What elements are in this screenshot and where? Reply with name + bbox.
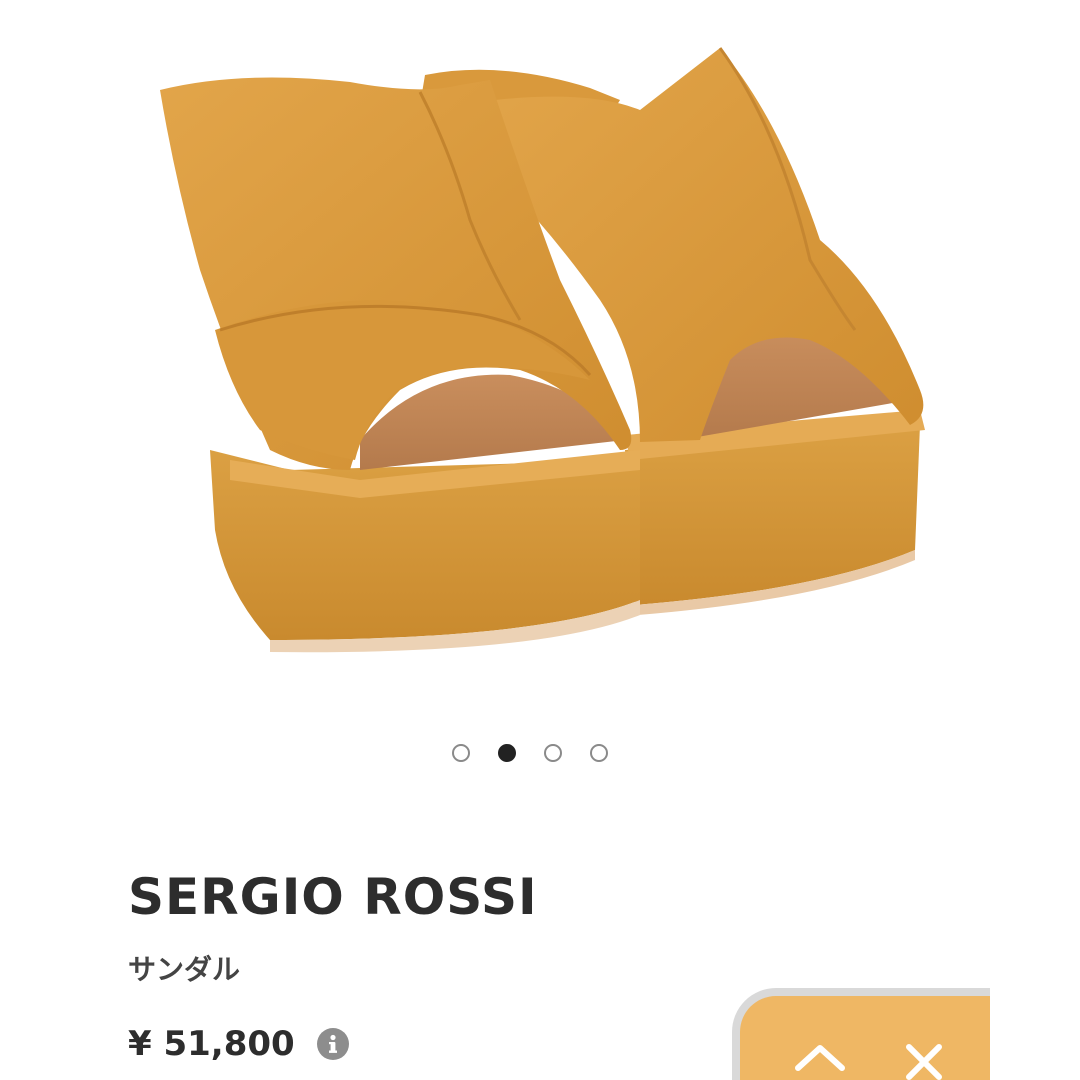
carousel-dot-2-active[interactable]	[498, 744, 516, 762]
close-icon	[906, 1044, 942, 1080]
product-image[interactable]	[120, 30, 960, 690]
info-icon[interactable]	[316, 1028, 349, 1060]
chevron-up-icon	[795, 1045, 845, 1071]
carousel-dot-3[interactable]	[544, 744, 562, 762]
carousel-dot-1[interactable]	[452, 744, 470, 762]
product-category: サンダル	[128, 953, 241, 986]
carousel-pager	[452, 744, 608, 762]
close-button[interactable]	[898, 1042, 950, 1080]
scroll-up-button[interactable]	[794, 1042, 846, 1080]
price-row: ¥ 51,800	[128, 1024, 349, 1064]
product-price: ¥ 51,800	[128, 1024, 295, 1064]
floating-action-panel	[732, 988, 990, 1080]
carousel-dot-4[interactable]	[590, 744, 608, 762]
product-detail-page: SERGIO ROSSI サンダル ¥ 51,800	[0, 0, 1080, 1080]
brand-name: SERGIO ROSSI	[128, 868, 538, 926]
